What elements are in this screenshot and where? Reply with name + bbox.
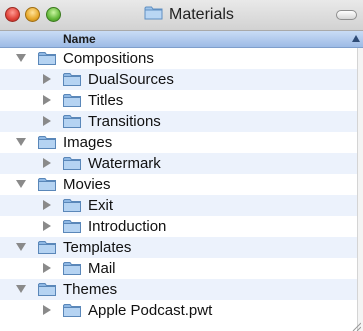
folder-icon bbox=[63, 156, 81, 175]
triangle-down-icon[interactable] bbox=[16, 54, 26, 62]
folder-icon bbox=[144, 5, 163, 25]
folder-name: Movies bbox=[63, 176, 111, 193]
folder-icon bbox=[38, 135, 56, 154]
triangle-down-icon[interactable] bbox=[16, 285, 26, 293]
folder-icon bbox=[38, 177, 56, 196]
folder-row[interactable]: Themes bbox=[0, 279, 357, 300]
folder-name: Compositions bbox=[63, 50, 154, 67]
folder-icon bbox=[38, 282, 56, 301]
folder-name: Titles bbox=[88, 92, 124, 109]
triangle-down-icon[interactable] bbox=[16, 243, 26, 251]
folder-name: DualSources bbox=[88, 71, 174, 88]
folder-name: Templates bbox=[63, 239, 132, 256]
folder-icon bbox=[63, 72, 81, 91]
sort-ascending-icon bbox=[352, 35, 360, 42]
folder-name: Themes bbox=[63, 281, 118, 298]
subfolder-row[interactable]: Transitions bbox=[0, 111, 357, 132]
folder-name: Images bbox=[63, 134, 113, 151]
folder-name: Introduction bbox=[88, 218, 167, 235]
folder-row[interactable]: Compositions bbox=[0, 48, 357, 69]
subfolder-row[interactable]: Titles bbox=[0, 90, 357, 111]
resize-grip-icon[interactable] bbox=[351, 318, 362, 331]
triangle-right-icon[interactable] bbox=[43, 263, 51, 273]
folder-icon bbox=[63, 261, 81, 280]
triangle-right-icon[interactable] bbox=[43, 74, 51, 84]
close-button[interactable] bbox=[5, 7, 20, 22]
triangle-right-icon[interactable] bbox=[43, 305, 51, 315]
triangle-down-icon[interactable] bbox=[16, 180, 26, 188]
triangle-right-icon[interactable] bbox=[43, 158, 51, 168]
folder-name: Apple Podcast.pwt bbox=[88, 302, 213, 319]
subfolder-row[interactable]: Exit bbox=[0, 195, 357, 216]
folder-row[interactable]: Images bbox=[0, 132, 357, 153]
subfolder-row[interactable]: DualSources bbox=[0, 69, 357, 90]
zoom-button[interactable] bbox=[46, 7, 61, 22]
window-title-group: Materials bbox=[144, 5, 234, 25]
folder-name: Watermark bbox=[88, 155, 161, 172]
folder-name: Transitions bbox=[88, 113, 161, 130]
folder-row[interactable]: Movies bbox=[0, 174, 357, 195]
triangle-down-icon[interactable] bbox=[16, 138, 26, 146]
title-bar[interactable]: Materials bbox=[0, 0, 363, 31]
triangle-right-icon[interactable] bbox=[43, 200, 51, 210]
window-title: Materials bbox=[169, 6, 234, 23]
column-header-label: Name bbox=[63, 32, 96, 46]
triangle-right-icon[interactable] bbox=[43, 221, 51, 231]
folder-row[interactable]: Templates bbox=[0, 237, 357, 258]
subfolder-row[interactable]: Watermark bbox=[0, 153, 357, 174]
folder-icon bbox=[63, 93, 81, 112]
file-list: Compositions DualSources Titles Transitions… bbox=[0, 48, 357, 321]
subfolder-row[interactable]: Introduction bbox=[0, 216, 357, 237]
folder-icon bbox=[63, 219, 81, 238]
folder-icon bbox=[63, 303, 81, 322]
folder-icon bbox=[38, 51, 56, 70]
folder-name: Exit bbox=[88, 197, 114, 214]
subfolder-row[interactable]: Mail bbox=[0, 258, 357, 279]
minimize-button[interactable] bbox=[25, 7, 40, 22]
vertical-scrollbar[interactable] bbox=[357, 48, 363, 331]
folder-icon bbox=[63, 114, 81, 133]
toolbar-toggle-button[interactable] bbox=[336, 10, 357, 20]
triangle-right-icon[interactable] bbox=[43, 116, 51, 126]
subfolder-row[interactable]: Apple Podcast.pwt bbox=[0, 300, 357, 321]
finder-window: Materials Name Compositions DualSources Ti… bbox=[0, 0, 363, 331]
folder-name: Mail bbox=[88, 260, 116, 277]
folder-icon bbox=[63, 198, 81, 217]
triangle-right-icon[interactable] bbox=[43, 95, 51, 105]
column-header-name[interactable]: Name bbox=[0, 31, 363, 48]
folder-icon bbox=[38, 240, 56, 259]
